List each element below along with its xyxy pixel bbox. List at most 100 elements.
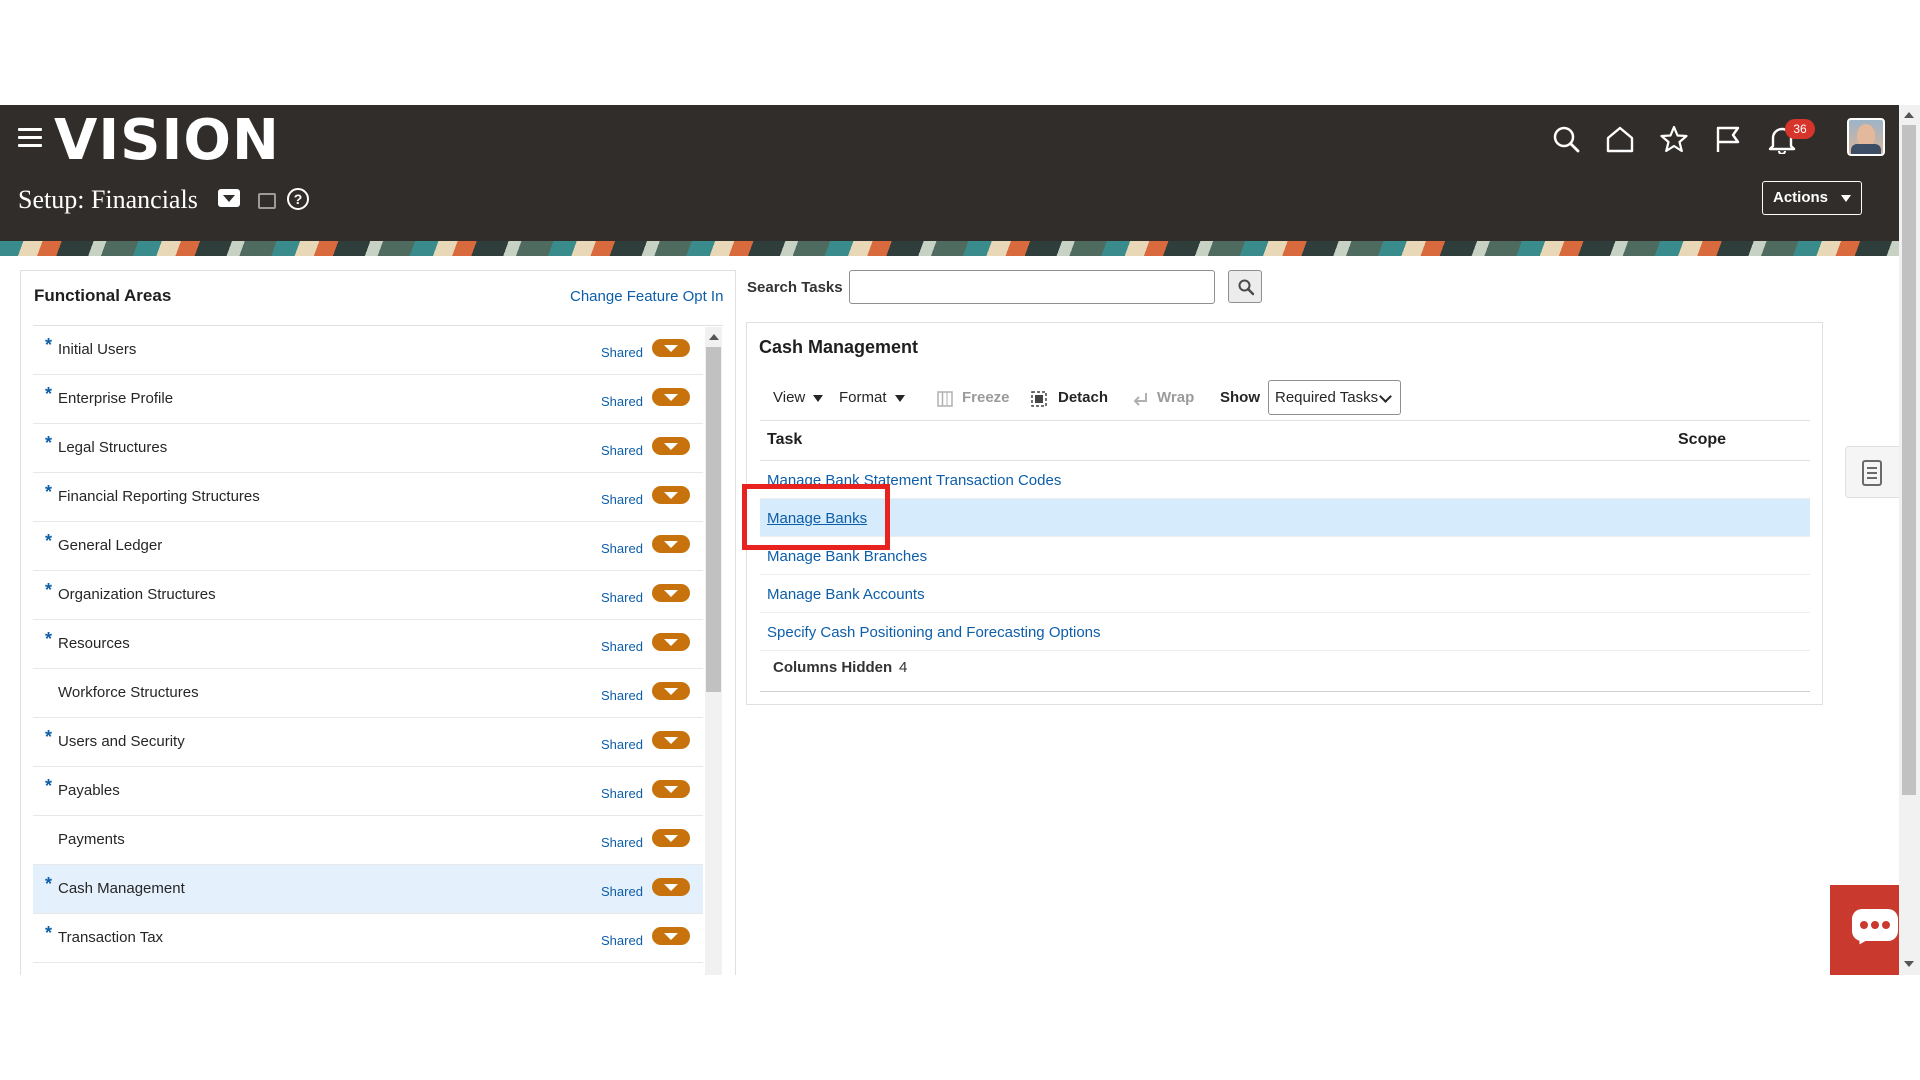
scroll-up-icon[interactable] <box>709 334 719 340</box>
shared-status[interactable]: Shared <box>601 590 643 605</box>
functional-area-users-and-security[interactable]: * Users and Security Shared <box>33 718 703 767</box>
detach-button[interactable]: Detach <box>1058 389 1108 406</box>
view-menu[interactable]: View <box>773 389 824 406</box>
shared-status[interactable]: Shared <box>601 394 643 409</box>
change-feature-opt-in-link[interactable]: Change Feature Opt In <box>570 288 723 305</box>
columns-hidden-label: Columns Hidden <box>773 659 893 676</box>
shared-status[interactable]: Shared <box>601 835 643 850</box>
actions-button[interactable]: Actions <box>1762 181 1862 215</box>
functional-area-organization-structures[interactable]: * Organization Structures Shared <box>33 571 703 620</box>
title-dropdown-icon[interactable] <box>218 189 240 207</box>
functional-area-payments[interactable]: Payments Shared <box>33 816 703 865</box>
chevron-down-icon[interactable] <box>652 437 690 455</box>
chat-icon[interactable] <box>1830 885 1899 975</box>
task-link-specify-cash-positioning[interactable]: Specify Cash Positioning and Forecasting… <box>767 624 1101 641</box>
show-tasks-select[interactable]: Required Tasks <box>1268 380 1401 415</box>
functional-area-general-ledger[interactable]: * General Ledger Shared <box>33 522 703 571</box>
shared-status[interactable]: Shared <box>601 933 643 948</box>
functional-area-enterprise-profile[interactable]: * Enterprise Profile Shared <box>33 375 703 424</box>
functional-areas-list: * Initial Users Shared * Enterprise Prof… <box>33 326 703 963</box>
chevron-down-icon[interactable] <box>652 780 690 798</box>
shared-status[interactable]: Shared <box>601 688 643 703</box>
functional-area-label[interactable]: Payments <box>58 831 125 848</box>
scroll-down-icon[interactable] <box>1904 961 1914 967</box>
functional-area-financial-reporting-structures[interactable]: * Financial Reporting Structures Shared <box>33 473 703 522</box>
chevron-down-icon[interactable] <box>652 682 690 700</box>
star-icon[interactable] <box>1659 124 1689 154</box>
functional-area-resources[interactable]: * Resources Shared <box>33 620 703 669</box>
functional-area-label[interactable]: Users and Security <box>58 733 185 750</box>
shared-status[interactable]: Shared <box>601 492 643 507</box>
functional-area-transaction-tax[interactable]: * Transaction Tax Shared <box>33 914 703 963</box>
home-icon[interactable] <box>1605 124 1635 154</box>
shared-status[interactable]: Shared <box>601 884 643 899</box>
divider <box>760 420 1810 421</box>
vision-logo[interactable]: VISION <box>54 108 280 173</box>
search-icon[interactable] <box>1551 124 1581 154</box>
functional-area-cash-management[interactable]: * Cash Management Shared <box>33 865 703 914</box>
required-marker: * <box>45 629 53 649</box>
divider <box>760 691 1810 692</box>
avatar[interactable] <box>1847 118 1885 156</box>
cash-management-title: Cash Management <box>759 337 919 357</box>
chevron-down-icon[interactable] <box>652 927 690 945</box>
side-panel-tab[interactable] <box>1845 446 1899 498</box>
table-row[interactable]: Specify Cash Positioning and Forecasting… <box>760 613 1810 651</box>
table-row[interactable]: Manage Bank Branches <box>760 537 1810 575</box>
required-marker: * <box>45 727 53 747</box>
table-row[interactable]: Manage Bank Accounts <box>760 575 1810 613</box>
functional-area-payables[interactable]: * Payables Shared <box>33 767 703 816</box>
task-column-header[interactable]: Task <box>767 431 802 449</box>
chevron-down-icon[interactable] <box>652 829 690 847</box>
required-marker: * <box>45 531 53 551</box>
functional-area-label[interactable]: General Ledger <box>58 537 162 554</box>
functional-area-label[interactable]: Resources <box>58 635 130 652</box>
menu-icon[interactable] <box>18 128 42 148</box>
tasklist-icon[interactable] <box>258 193 276 209</box>
chevron-down-icon[interactable] <box>652 486 690 504</box>
flag-icon[interactable] <box>1713 124 1743 154</box>
shared-status[interactable]: Shared <box>601 737 643 752</box>
functional-area-label[interactable]: Financial Reporting Structures <box>58 488 260 505</box>
functional-areas-scrollbar-thumb[interactable] <box>706 347 721 692</box>
functional-area-initial-users[interactable]: * Initial Users Shared <box>33 326 703 375</box>
functional-area-label[interactable]: Legal Structures <box>58 439 167 456</box>
search-tasks-input[interactable] <box>849 270 1215 304</box>
functional-area-label[interactable]: Transaction Tax <box>58 929 163 946</box>
functional-area-label[interactable]: Organization Structures <box>58 586 216 603</box>
shared-status[interactable]: Shared <box>601 541 643 556</box>
chevron-down-icon[interactable] <box>652 731 690 749</box>
functional-area-label[interactable]: Enterprise Profile <box>58 390 173 407</box>
task-link-manage-bank-branches[interactable]: Manage Bank Branches <box>767 548 927 565</box>
chevron-down-icon[interactable] <box>652 388 690 406</box>
functional-area-label[interactable]: Workforce Structures <box>58 684 199 701</box>
view-label: View <box>773 389 806 406</box>
freeze-button[interactable]: Freeze <box>962 389 1010 406</box>
functional-area-workforce-structures[interactable]: Workforce Structures Shared <box>33 669 703 718</box>
table-row[interactable]: Manage Bank Statement Transaction Codes <box>760 461 1810 499</box>
task-link-manage-bank-accounts[interactable]: Manage Bank Accounts <box>767 586 925 603</box>
functional-area-label[interactable]: Initial Users <box>58 341 136 358</box>
shared-status[interactable]: Shared <box>601 443 643 458</box>
functional-area-legal-structures[interactable]: * Legal Structures Shared <box>33 424 703 473</box>
chevron-down-icon <box>813 394 824 402</box>
wrap-button[interactable]: Wrap <box>1157 389 1194 406</box>
chevron-down-icon[interactable] <box>652 535 690 553</box>
scroll-up-icon[interactable] <box>1904 112 1914 118</box>
table-row[interactable]: Manage Banks <box>760 499 1810 537</box>
functional-area-label[interactable]: Payables <box>58 782 120 799</box>
search-button[interactable] <box>1228 270 1262 303</box>
shared-status[interactable]: Shared <box>601 786 643 801</box>
chevron-down-icon[interactable] <box>652 339 690 357</box>
shared-status[interactable]: Shared <box>601 345 643 360</box>
help-icon[interactable]: ? <box>287 188 309 210</box>
page-scrollbar-thumb[interactable] <box>1902 125 1916 795</box>
chevron-down-icon[interactable] <box>652 633 690 651</box>
shared-status[interactable]: Shared <box>601 639 643 654</box>
functional-area-label[interactable]: Cash Management <box>58 880 185 897</box>
chevron-down-icon[interactable] <box>652 878 690 896</box>
format-menu[interactable]: Format <box>839 389 905 406</box>
chevron-down-icon[interactable] <box>652 584 690 602</box>
scope-column-header[interactable]: Scope <box>1678 431 1726 449</box>
required-marker: * <box>45 482 53 502</box>
